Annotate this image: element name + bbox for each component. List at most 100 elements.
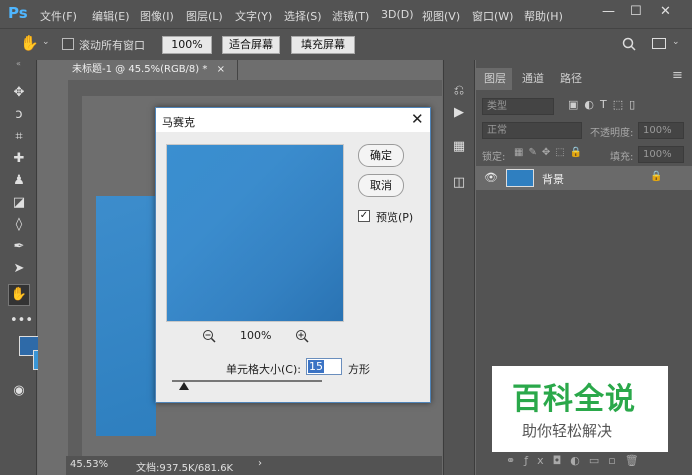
document-canvas[interactable] (96, 196, 156, 436)
menu-help[interactable]: 帮助(H) (524, 8, 563, 24)
cell-size-value: 15 (308, 360, 324, 373)
cancel-button[interactable]: 取消 (358, 174, 404, 197)
properties-panel-icon[interactable]: ▦ (450, 138, 468, 156)
path-select-icon[interactable]: ➤ (10, 260, 28, 278)
character-panel-icon[interactable]: ◫ (450, 174, 468, 192)
eraser-tool-icon[interactable]: ◪ (10, 194, 28, 212)
quick-mask-icon[interactable]: ◉ (10, 382, 28, 400)
edit-toolbar-icon[interactable]: ••• (10, 312, 33, 330)
zoom-out-icon[interactable] (202, 329, 216, 343)
preview-checkbox[interactable]: ✓ (358, 210, 370, 222)
layer-bottom-icons[interactable]: ⚭ƒx◘◐▭▫🗑 (506, 454, 648, 467)
panel-menu-icon[interactable]: ≡ (672, 68, 683, 83)
crop-tool-icon[interactable]: ⌗ (10, 128, 28, 146)
tool-preset-dropdown-icon[interactable]: ⌄ (42, 37, 50, 47)
menu-view[interactable]: 视图(V) (422, 8, 460, 24)
tab-channels[interactable]: 通道 (522, 70, 544, 86)
fit-screen-button[interactable]: 适合屏幕 (222, 36, 280, 54)
watermark-subtitle: 助你轻松解决 (522, 422, 613, 440)
vertical-ruler (68, 96, 82, 456)
cell-size-input[interactable]: 15 (306, 358, 342, 375)
opacity-field[interactable]: 100% (638, 122, 684, 139)
blend-mode-select[interactable]: 正常 (482, 122, 582, 139)
history-panel-icon[interactable]: ⎌ (450, 82, 468, 100)
menu-type[interactable]: 文字(Y) (235, 8, 272, 24)
menu-layer[interactable]: 图层(L) (186, 8, 223, 24)
fill-value: 100% (643, 149, 672, 160)
tab-layers[interactable]: 图层 (484, 70, 506, 86)
opacity-label: 不透明度: (590, 128, 634, 139)
ok-button[interactable]: 确定 (358, 144, 404, 167)
pen-tool-icon[interactable]: ✒ (10, 238, 28, 256)
dialog-title: 马赛克 (162, 116, 195, 129)
layer-filter-select[interactable]: 类型 (482, 98, 554, 115)
actions-play-icon[interactable]: ▶ (450, 104, 468, 122)
menu-window[interactable]: 窗口(W) (472, 8, 513, 24)
maximize-button[interactable]: ☐ (630, 4, 642, 19)
document-tab-title: 未标题-1 @ 45.5%(RGB/8) * (72, 64, 208, 75)
layer-filter-label: 类型 (487, 101, 507, 112)
stamp-tool-icon[interactable]: ♟ (10, 172, 28, 190)
fill-screen-button[interactable]: 填充屏幕 (291, 36, 355, 54)
minimize-button[interactable]: — (602, 4, 615, 19)
status-bar: 45.53% 文档:937.5K/681.6K › (66, 456, 442, 475)
opacity-value: 100% (643, 125, 672, 136)
visibility-eye-icon[interactable]: 👁 (484, 171, 498, 184)
close-window-button[interactable]: ✕ (660, 4, 671, 19)
cell-size-slider-track[interactable] (172, 380, 322, 382)
fill-field[interactable]: 100% (638, 146, 684, 163)
tab-paths[interactable]: 路径 (560, 70, 582, 86)
workspace-dropdown-icon[interactable]: ⌄ (672, 37, 680, 47)
mosaic-dialog: 马赛克 ✕ 确定 取消 ✓ 预览(P) 100% 单元格大小(C): 15 方形 (155, 107, 431, 403)
menu-select[interactable]: 选择(S) (284, 8, 322, 24)
watermark-title: 百科全说 (512, 382, 636, 417)
preview-label: 预览(P) (376, 211, 414, 224)
layer-thumbnail (506, 169, 534, 187)
menu-3d[interactable]: 3D(D) (381, 8, 414, 21)
move-tool-icon[interactable]: ✥ (10, 84, 28, 102)
blur-tool-icon[interactable]: ◊ (10, 216, 28, 234)
document-info: 文档:937.5K/681.6K (136, 463, 234, 474)
healing-brush-icon[interactable]: ✚ (10, 150, 28, 168)
menu-edit[interactable]: 编辑(E) (92, 8, 130, 24)
zoom-100-button[interactable]: 100% (162, 36, 212, 54)
workspace-icon[interactable] (652, 38, 666, 49)
horizontal-ruler (68, 80, 442, 96)
hand-tool-icon[interactable]: ✋ (20, 34, 39, 52)
cell-size-slider-thumb[interactable] (178, 382, 189, 390)
preview-zoom-level: 100% (240, 329, 272, 342)
hand-tool-active-icon[interactable]: ✋ (8, 284, 30, 306)
status-menu-arrow-icon[interactable]: › (258, 458, 262, 469)
dialog-close-icon[interactable]: ✕ (411, 110, 424, 128)
menu-file[interactable]: 文件(F) (40, 8, 77, 24)
photoshop-logo: Ps (8, 4, 28, 22)
tools-panel: « ✥ ↄ ⌗ ✚ ♟ ◪ ◊ ✒ ➤ ✋ ••• ◉ (0, 59, 53, 475)
lasso-tool-icon[interactable]: ↄ (10, 106, 28, 124)
scroll-all-checkbox[interactable] (62, 38, 74, 50)
layer-filter-icons[interactable]: ▣◐T⬚▯ (568, 98, 686, 114)
zoom-in-icon[interactable] (295, 329, 309, 343)
filter-preview[interactable] (166, 144, 344, 322)
lock-icons[interactable]: ▦✎✥⬚🔒 (514, 147, 587, 158)
blend-mode-value: 正常 (487, 125, 507, 136)
lock-label: 锁定: (482, 152, 506, 163)
dialog-titlebar (156, 108, 430, 132)
layer-name: 背景 (542, 173, 564, 186)
options-bar: ✋ ⌄ 滚动所有窗口 100% 适合屏幕 填充屏幕 ⌄ (0, 28, 692, 60)
watermark-logo: 百科全说 助你轻松解决 (492, 366, 668, 452)
zoom-level[interactable]: 45.53% (70, 459, 108, 470)
cell-size-label: 单元格大小(C): (226, 363, 301, 376)
menu-bar: Ps 文件(F) 编辑(E) 图像(I) 图层(L) 文字(Y) 选择(S) 滤… (0, 0, 692, 28)
collapse-icon[interactable]: « (0, 59, 37, 69)
close-tab-icon[interactable]: × (217, 64, 225, 75)
fill-label: 填充: (610, 152, 634, 163)
document-tab[interactable]: 未标题-1 @ 45.5%(RGB/8) * × (68, 60, 238, 80)
layer-lock-icon: 🔒 (650, 171, 663, 182)
menu-image[interactable]: 图像(I) (140, 8, 174, 24)
scroll-all-label: 滚动所有窗口 (79, 39, 145, 52)
panel-dock-strip: ⎌ ▶ ▦ ◫ (443, 60, 475, 475)
layer-row-background[interactable]: 👁 背景 🔒 (476, 166, 692, 190)
cell-size-unit: 方形 (348, 363, 370, 376)
search-icon[interactable] (622, 37, 636, 51)
menu-filter[interactable]: 滤镜(T) (332, 8, 369, 24)
